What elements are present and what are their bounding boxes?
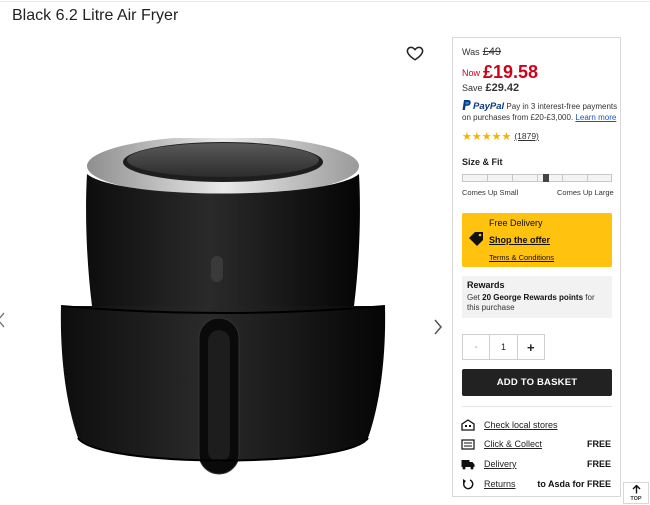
add-to-basket-button[interactable]: ADD TO BASKET bbox=[462, 369, 612, 396]
paypal-brand: PayPal bbox=[473, 101, 505, 112]
fit-tick bbox=[487, 175, 488, 181]
rating-row[interactable]: ★★★★★ (1879) bbox=[462, 130, 539, 143]
terms-conditions-link[interactable]: Terms & Conditions bbox=[489, 253, 554, 262]
quantity-value[interactable]: 1 bbox=[490, 335, 516, 359]
chevron-right-icon[interactable] bbox=[432, 318, 444, 336]
fulfilment-label[interactable]: Click & Collect bbox=[484, 439, 542, 449]
chevron-left-icon[interactable] bbox=[0, 312, 6, 328]
quantity-increase-button[interactable]: + bbox=[516, 335, 544, 359]
rewards-points: 20 George Rewards points bbox=[482, 293, 584, 302]
was-price: £49 bbox=[482, 46, 502, 58]
arrow-up-icon bbox=[632, 485, 641, 494]
rewards-text-before: Get bbox=[467, 293, 483, 302]
fit-small-label: Comes Up Small bbox=[462, 188, 519, 197]
fulfilment-delivery[interactable]: Delivery FREE bbox=[461, 457, 613, 473]
rewards-box: Rewards Get 20 George Rewards points for… bbox=[462, 276, 612, 318]
fulfilment-returns[interactable]: Returns to Asda for FREE bbox=[461, 477, 613, 493]
scroll-top-label: TOP bbox=[630, 496, 642, 502]
purchase-panel: Was £49 Now £19.58 Save £29.42 PayPal Pay i… bbox=[452, 37, 621, 497]
fulfilment-label[interactable]: Check local stores bbox=[484, 420, 558, 430]
scroll-to-top-button[interactable]: TOP bbox=[623, 482, 649, 504]
quantity-decrease-button[interactable]: - bbox=[463, 335, 491, 359]
fit-large-label: Comes Up Large bbox=[557, 188, 614, 197]
rewards-text: Get 20 George Rewards points for this pu… bbox=[467, 293, 607, 313]
size-fit-scale bbox=[462, 174, 612, 182]
fit-tick bbox=[562, 175, 563, 181]
was-label: Was bbox=[462, 47, 480, 57]
now-label: Now bbox=[462, 68, 481, 78]
click-collect-icon bbox=[461, 439, 475, 450]
fit-tick bbox=[587, 175, 588, 181]
paypal-learn-more-link[interactable]: Learn more bbox=[575, 113, 616, 122]
free-delivery-title: Free Delivery bbox=[489, 218, 543, 228]
now-price: £19.58 bbox=[483, 62, 539, 82]
truck-icon bbox=[461, 460, 475, 470]
price-tag-icon bbox=[469, 232, 483, 246]
shop-the-offer-link[interactable]: Shop the offer bbox=[489, 235, 550, 245]
paypal-icon bbox=[462, 100, 471, 110]
size-fit-label: Size & Fit bbox=[462, 157, 503, 167]
heart-outline-icon[interactable] bbox=[406, 44, 424, 62]
fulfilment-click-collect[interactable]: Click & Collect FREE bbox=[461, 437, 613, 453]
fulfilment-value: FREE bbox=[586, 439, 611, 449]
fulfilment-value: to Asda for FREE bbox=[537, 479, 611, 489]
paypal-message: PayPal Pay in 3 interest-free payments o… bbox=[462, 100, 618, 123]
store-icon bbox=[461, 419, 475, 431]
save-row: Save £29.42 bbox=[462, 82, 519, 94]
page-title: Black 6.2 Litre Air Fryer bbox=[12, 7, 179, 24]
quantity-stepper: - 1 + bbox=[462, 334, 545, 360]
rewards-title: Rewards bbox=[467, 280, 505, 290]
now-price-row: Now £19.58 bbox=[462, 62, 538, 83]
fit-tick bbox=[512, 175, 513, 181]
divider bbox=[462, 406, 612, 407]
review-count[interactable]: (1879) bbox=[514, 131, 539, 141]
star-rating-icon: ★★★★★ bbox=[462, 131, 512, 143]
size-fit-marker bbox=[543, 174, 549, 182]
returns-icon bbox=[463, 479, 474, 490]
product-image bbox=[60, 138, 386, 475]
fulfilment-label[interactable]: Returns bbox=[484, 479, 516, 489]
save-amount: £29.42 bbox=[485, 82, 520, 94]
free-delivery-banner: Free Delivery Shop the offer Terms & Con… bbox=[462, 213, 612, 267]
save-label: Save bbox=[462, 83, 483, 93]
fulfilment-check-stores[interactable]: Check local stores bbox=[461, 418, 613, 434]
fulfilment-value: FREE bbox=[586, 459, 611, 469]
top-divider bbox=[0, 1, 650, 2]
fit-tick bbox=[537, 175, 538, 181]
was-price-row: Was £49 bbox=[462, 46, 501, 58]
fulfilment-label[interactable]: Delivery bbox=[484, 459, 517, 469]
